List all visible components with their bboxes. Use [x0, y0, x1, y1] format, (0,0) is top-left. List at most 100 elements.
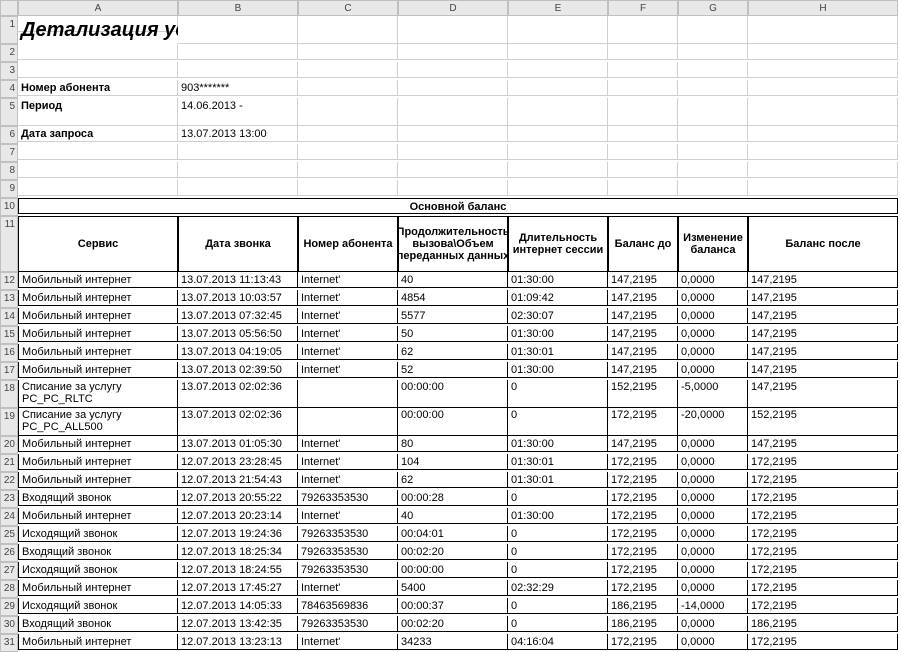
data-cell[interactable]: 172,2195	[608, 454, 678, 470]
empty-cell[interactable]	[608, 180, 678, 196]
data-cell[interactable]	[298, 380, 398, 408]
data-cell[interactable]: 147,2195	[608, 436, 678, 452]
empty-cell[interactable]	[678, 44, 748, 60]
data-cell[interactable]: Internet'	[298, 634, 398, 650]
service-cell[interactable]: Мобильный интернет	[18, 508, 178, 524]
col-header[interactable]: D	[398, 0, 508, 16]
row-header[interactable]: 12	[0, 272, 18, 290]
row-header[interactable]: 17	[0, 362, 18, 380]
data-cell[interactable]: 0,0000	[678, 290, 748, 306]
data-cell[interactable]: 0	[508, 544, 608, 560]
service-cell[interactable]: Мобильный интернет	[18, 344, 178, 360]
service-cell[interactable]: Входящий звонок	[18, 490, 178, 506]
data-cell[interactable]: 172,2195	[608, 408, 678, 436]
empty-cell[interactable]	[748, 98, 898, 126]
data-cell[interactable]: 00:02:20	[398, 616, 508, 632]
service-cell[interactable]: Списание за услугу PC_PC_ALL500	[18, 408, 178, 436]
empty-cell[interactable]	[678, 180, 748, 196]
row-header[interactable]: 1	[0, 16, 18, 44]
empty-cell[interactable]	[398, 62, 508, 78]
data-cell[interactable]: 172,2195	[748, 562, 898, 578]
data-cell[interactable]: 62	[398, 472, 508, 488]
row-header[interactable]: 2	[0, 44, 18, 62]
data-cell[interactable]: 152,2195	[748, 408, 898, 436]
empty-cell[interactable]	[178, 180, 298, 196]
data-cell[interactable]: 12.07.2013 18:25:34	[178, 544, 298, 560]
service-cell[interactable]: Мобильный интернет	[18, 436, 178, 452]
row-header[interactable]: 19	[0, 408, 18, 436]
service-cell[interactable]: Мобильный интернет	[18, 290, 178, 306]
col-header[interactable]: A	[18, 0, 178, 16]
data-cell[interactable]: 0,0000	[678, 634, 748, 650]
data-cell[interactable]: 0,0000	[678, 616, 748, 632]
data-cell[interactable]: 172,2195	[608, 634, 678, 650]
data-cell[interactable]: 79263353530	[298, 490, 398, 506]
empty-cell[interactable]	[398, 98, 508, 126]
data-cell[interactable]: 172,2195	[608, 562, 678, 578]
empty-cell[interactable]	[298, 62, 398, 78]
row-header[interactable]: 11	[0, 216, 18, 272]
empty-cell[interactable]	[298, 126, 398, 142]
data-cell[interactable]: 104	[398, 454, 508, 470]
data-cell[interactable]: 79263353530	[298, 526, 398, 542]
data-cell[interactable]: 12.07.2013 21:54:43	[178, 472, 298, 488]
data-cell[interactable]: Internet'	[298, 508, 398, 524]
data-cell[interactable]: 79263353530	[298, 544, 398, 560]
empty-cell[interactable]	[678, 80, 748, 96]
data-cell[interactable]: 02:32:29	[508, 580, 608, 596]
data-cell[interactable]: 40	[398, 272, 508, 288]
table-header[interactable]: Продолжительность вызова\Объем переданны…	[398, 216, 508, 272]
data-cell[interactable]: 12.07.2013 18:24:55	[178, 562, 298, 578]
empty-cell[interactable]	[298, 16, 398, 44]
data-cell[interactable]: 40	[398, 508, 508, 524]
table-header[interactable]: Сервис	[18, 216, 178, 272]
data-cell[interactable]: 172,2195	[748, 598, 898, 614]
empty-cell[interactable]	[508, 44, 608, 60]
row-header[interactable]: 16	[0, 344, 18, 362]
row-header[interactable]: 23	[0, 490, 18, 508]
data-cell[interactable]: 13.07.2013 02:02:36	[178, 380, 298, 408]
data-cell[interactable]: 01:30:01	[508, 454, 608, 470]
empty-cell[interactable]	[398, 126, 508, 142]
data-cell[interactable]: Internet'	[298, 362, 398, 378]
data-cell[interactable]: -5,0000	[678, 380, 748, 408]
data-cell[interactable]: 0,0000	[678, 436, 748, 452]
data-cell[interactable]: 0,0000	[678, 454, 748, 470]
data-cell[interactable]: 0	[508, 380, 608, 408]
empty-cell[interactable]	[298, 144, 398, 160]
data-cell[interactable]: 147,2195	[748, 290, 898, 306]
data-cell[interactable]: 186,2195	[608, 616, 678, 632]
empty-cell[interactable]	[608, 98, 678, 126]
data-cell[interactable]: 152,2195	[608, 380, 678, 408]
data-cell[interactable]: 00:00:37	[398, 598, 508, 614]
data-cell[interactable]: 00:04:01	[398, 526, 508, 542]
table-header[interactable]: Баланс до	[608, 216, 678, 272]
data-cell[interactable]: Internet'	[298, 580, 398, 596]
empty-cell[interactable]	[748, 16, 898, 44]
data-cell[interactable]: 52	[398, 362, 508, 378]
empty-cell[interactable]	[678, 144, 748, 160]
data-cell[interactable]: 147,2195	[748, 436, 898, 452]
empty-cell[interactable]	[298, 180, 398, 196]
data-cell[interactable]: 04:16:04	[508, 634, 608, 650]
service-cell[interactable]: Мобильный интернет	[18, 326, 178, 342]
empty-cell[interactable]	[298, 162, 398, 178]
data-cell[interactable]: 0,0000	[678, 344, 748, 360]
data-cell[interactable]: 147,2195	[608, 290, 678, 306]
data-cell[interactable]: 13.07.2013 05:56:50	[178, 326, 298, 342]
row-header[interactable]: 13	[0, 290, 18, 308]
data-cell[interactable]: 147,2195	[748, 380, 898, 408]
empty-cell[interactable]	[18, 44, 178, 60]
table-header[interactable]: Изменение баланса	[678, 216, 748, 272]
data-cell[interactable]: 172,2195	[608, 544, 678, 560]
empty-cell[interactable]	[398, 44, 508, 60]
data-cell[interactable]: 172,2195	[748, 472, 898, 488]
empty-cell[interactable]	[608, 126, 678, 142]
data-cell[interactable]: 0,0000	[678, 308, 748, 324]
data-cell[interactable]: -20,0000	[678, 408, 748, 436]
data-cell[interactable]: 01:09:42	[508, 290, 608, 306]
empty-cell[interactable]	[18, 62, 178, 78]
empty-cell[interactable]	[678, 62, 748, 78]
table-header[interactable]: Номер абонента	[298, 216, 398, 272]
data-cell[interactable]: 172,2195	[748, 490, 898, 506]
